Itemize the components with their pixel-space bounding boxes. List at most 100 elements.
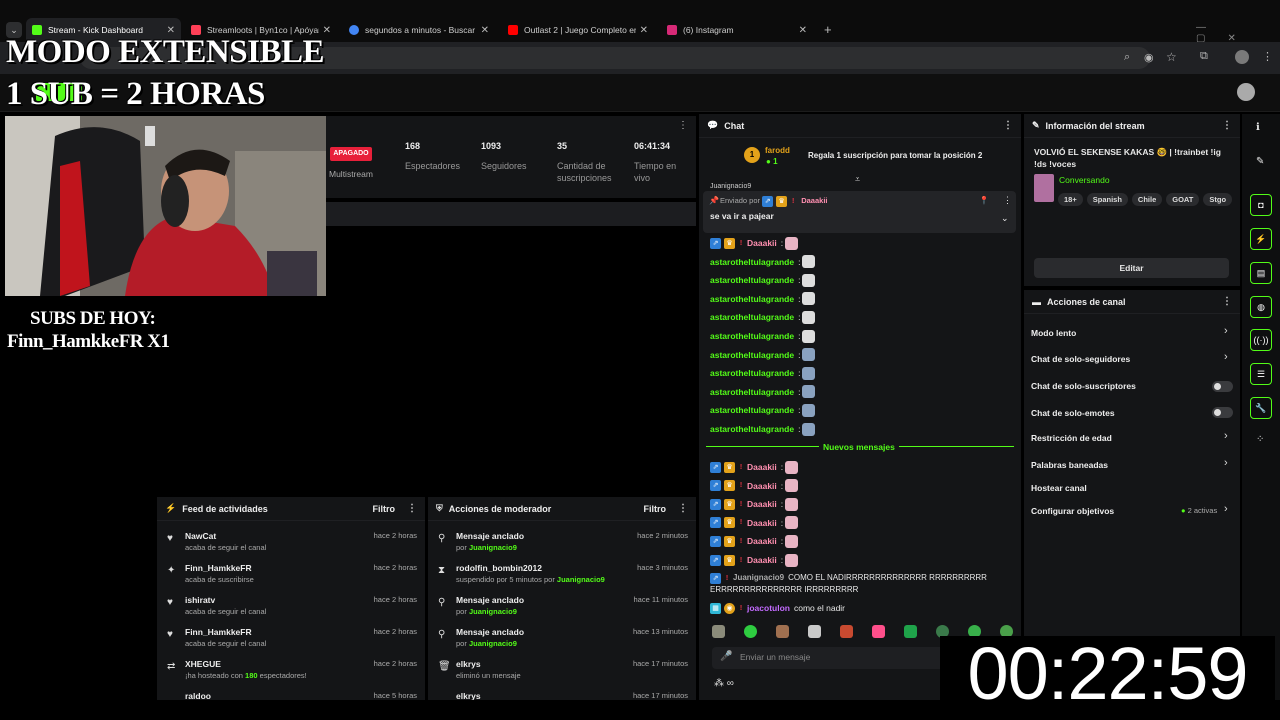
action-goals[interactable]: Configurar objetivos xyxy=(1031,506,1114,516)
camera-icon[interactable]: ◘ xyxy=(1250,194,1272,216)
chat-username[interactable]: astarotheltulagrande xyxy=(710,275,794,285)
chat-username[interactable]: astarotheltulagrande xyxy=(710,257,794,267)
chat-username[interactable]: astarotheltulagrande xyxy=(710,312,794,322)
lightning-icon[interactable]: ⚡ xyxy=(1250,228,1272,250)
window-controls[interactable]: —▢✕ xyxy=(1196,22,1280,44)
extensions-icon[interactable]: ⧉ xyxy=(1200,50,1208,63)
emote-icon xyxy=(808,625,821,638)
crown-icon: ♛ xyxy=(724,554,735,566)
info-icon[interactable]: ℹ xyxy=(1256,122,1260,133)
multistream-label[interactable]: Multistream xyxy=(329,169,373,179)
chat-username[interactable]: Daaakii xyxy=(747,462,777,472)
chat-message: astarotheltulagrande: xyxy=(710,422,816,436)
instagram-favicon-icon xyxy=(667,25,677,35)
chat-username[interactable]: astarotheltulagrande xyxy=(710,368,794,378)
tag[interactable]: 18+ xyxy=(1058,193,1083,206)
new-tab-button[interactable]: + xyxy=(824,22,832,37)
heart-icon: ♥ xyxy=(167,629,173,640)
chat-username[interactable]: astarotheltulagrande xyxy=(710,294,794,304)
chat-message: astarotheltulagrande: xyxy=(710,329,816,343)
stat-followers: 1093 Seguidores xyxy=(481,141,527,171)
tab-google-search[interactable]: segundos a minutos - Buscar con ✕ xyxy=(343,18,495,42)
chat-menu-icon[interactable]: ⋮ xyxy=(1003,120,1013,131)
chevron-right-icon[interactable]: › xyxy=(1224,503,1228,515)
gift-prompt[interactable]: Regala 1 suscripción para tomar la posic… xyxy=(808,151,982,160)
feed-row: ♥ ishiratv acaba de seguir el canal hace… xyxy=(167,595,417,616)
profile-avatar[interactable] xyxy=(1235,50,1249,64)
chevron-down-icon[interactable]: ⌄ xyxy=(1001,213,1009,224)
document-icon[interactable]: ▤ xyxy=(1250,262,1272,284)
info-menu-icon[interactable]: ⋮ xyxy=(1222,120,1232,131)
chat-icon[interactable]: ◍ xyxy=(1250,296,1272,318)
edit-button[interactable]: Editar xyxy=(1034,258,1229,278)
tag[interactable]: Stgo xyxy=(1203,193,1233,206)
tag[interactable]: Chile xyxy=(1131,193,1163,206)
chat-username[interactable]: astarotheltulagrande xyxy=(710,405,794,415)
feed-filter-button[interactable]: Filtro xyxy=(373,504,396,514)
close-icon[interactable]: ✕ xyxy=(640,25,648,36)
tag[interactable]: Spanish xyxy=(1086,193,1128,206)
stream-info-panel: ✎ Información del stream ⋮ VOLVIÓ EL SEK… xyxy=(1024,114,1240,286)
mod-header: ⛨ Acciones de moderador Filtro ⋮ xyxy=(428,497,696,521)
mod-filter-button[interactable]: Filtro xyxy=(644,504,667,514)
chat-username[interactable]: astarotheltulagrande xyxy=(710,387,794,397)
action-slow-mode[interactable]: Modo lento xyxy=(1031,328,1076,338)
chat-username[interactable]: Daaakii xyxy=(747,499,777,509)
unpin-icon[interactable]: 📍 xyxy=(979,196,989,205)
pinned-message[interactable]: 📌 Enviado por ⇗ ♛! Daaakii se va ir a paj… xyxy=(703,191,1016,233)
stats-menu-icon[interactable]: ⋮ xyxy=(678,120,688,131)
chat-username[interactable]: Daaakii xyxy=(747,238,777,248)
chevron-right-icon[interactable]: › xyxy=(1224,351,1228,363)
user-avatar[interactable] xyxy=(1237,83,1255,101)
chat-tools-icon[interactable]: ⁂ ∞ xyxy=(714,678,734,689)
chat-input[interactable]: 🎤 Enviar un mensaje xyxy=(712,647,952,669)
mod-menu-icon[interactable]: ⋮ xyxy=(678,503,688,514)
chat-username[interactable]: astarotheltulagrande xyxy=(710,350,794,360)
collapse-icon[interactable]: ⩡ xyxy=(855,174,860,185)
category-label[interactable]: Conversando xyxy=(1059,175,1110,185)
action-age-restriction[interactable]: Restricción de edad xyxy=(1031,433,1112,443)
feed-title: Feed de actividades xyxy=(182,503,268,514)
chat-username[interactable]: Daaakii xyxy=(747,555,777,565)
chevron-right-icon[interactable]: › xyxy=(1224,430,1228,442)
subscribers-only-toggle[interactable] xyxy=(1212,381,1233,392)
action-banned-words[interactable]: Palabras baneadas xyxy=(1031,460,1108,470)
chat-username[interactable]: Daaakii xyxy=(747,481,777,491)
chat-username[interactable]: astarotheltulagrande xyxy=(710,331,794,341)
emote-icon xyxy=(802,310,816,324)
zoom-icon[interactable]: ⌕ xyxy=(1124,51,1130,64)
action-subscribers-only: Chat de solo-suscriptores xyxy=(1031,381,1136,391)
wrench-icon[interactable]: 🔧 xyxy=(1250,397,1272,419)
activity-feed-panel: ⚡ Feed de actividades Filtro ⋮ ♥ NawCat … xyxy=(157,497,425,700)
eye-icon[interactable]: ◉ xyxy=(1144,51,1154,64)
edit-pencil-icon[interactable]: ✎ xyxy=(1256,156,1264,167)
goals-active-count: ● 2 activas xyxy=(1181,506,1218,515)
action-followers-only[interactable]: Chat de solo-seguidores xyxy=(1031,354,1130,364)
chevron-right-icon[interactable]: › xyxy=(1224,457,1228,469)
chevron-right-icon[interactable]: › xyxy=(1224,325,1228,337)
emotes-only-toggle[interactable] xyxy=(1212,407,1233,418)
crown-icon: ♛ xyxy=(724,237,735,249)
chat-username[interactable]: Daaakii xyxy=(747,518,777,528)
feed-menu-icon[interactable]: ⋮ xyxy=(407,503,417,514)
emote-icon xyxy=(840,625,853,638)
actions-menu-icon[interactable]: ⋮ xyxy=(1222,296,1232,307)
close-icon[interactable]: ✕ xyxy=(799,25,807,36)
broadcast-icon[interactable]: ((·)) xyxy=(1250,329,1272,351)
mod-row: ⚲ Mensaje anclado por Juanignacio9 hace … xyxy=(438,595,688,616)
more-icon[interactable]: ⁘ xyxy=(1256,434,1264,445)
chat-username[interactable]: Daaakii xyxy=(747,536,777,546)
close-icon[interactable]: ✕ xyxy=(481,25,489,36)
tag[interactable]: GOAT xyxy=(1166,193,1200,206)
chat-username[interactable]: astarotheltulagrande xyxy=(710,424,794,434)
bookmark-star-icon[interactable]: ☆ xyxy=(1166,50,1177,64)
menu-icon[interactable]: ⋮ xyxy=(1262,50,1273,63)
chat-message: astarotheltulagrande: xyxy=(710,292,816,306)
action-host-channel[interactable]: Hostear canal xyxy=(1031,483,1087,493)
tab-youtube[interactable]: Outlast 2 | Juego Completo en ✕ xyxy=(502,18,654,42)
pinned-menu-icon[interactable]: ⋮ xyxy=(1003,195,1012,206)
subs-today-value: Finn_HamkkeFR X1 xyxy=(7,331,170,352)
list-icon[interactable]: ☰ xyxy=(1250,363,1272,385)
gift-leader-user[interactable]: farodd xyxy=(765,146,790,155)
tab-instagram[interactable]: (6) Instagram ✕ xyxy=(661,18,813,42)
